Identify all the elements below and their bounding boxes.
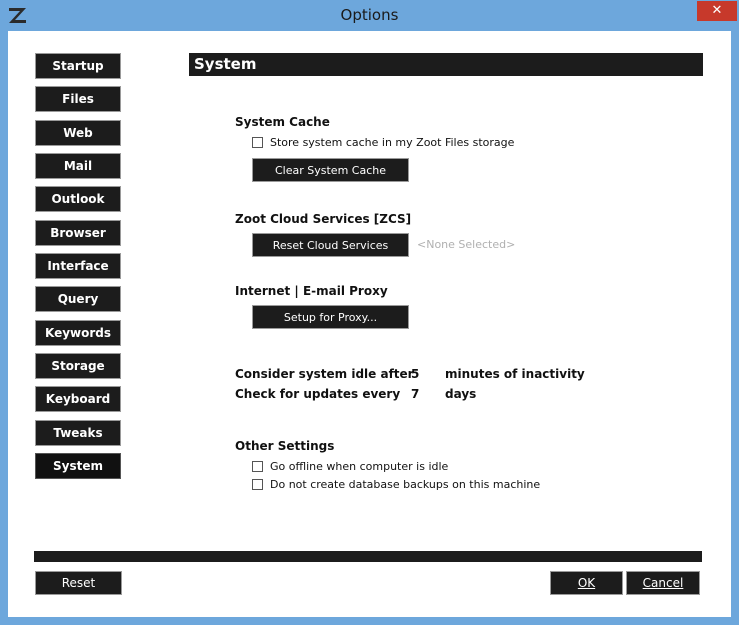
nav-keyboard[interactable]: Keyboard [35,386,121,412]
nav-label: Files [62,92,94,106]
go-offline-label: Go offline when computer is idle [270,460,449,473]
nav-startup[interactable]: Startup [35,53,121,79]
button-label: Clear System Cache [275,163,386,177]
reset-cloud-services-button[interactable]: Reset Cloud Services [252,233,409,257]
nav-label: Query [57,292,99,306]
section-title: System [189,53,703,76]
setup-proxy-button[interactable]: Setup for Proxy... [252,305,409,329]
button-label: Reset Cloud Services [272,238,389,252]
idle-label: Consider system idle after [235,367,414,381]
no-backups-label: Do not create database backups on this m… [270,478,541,491]
cloud-status-text: <None Selected> [417,238,516,251]
nav-files[interactable]: Files [35,86,121,112]
nav-label: Startup [52,59,104,73]
nav-label: Keywords [44,326,112,340]
nav-query[interactable]: Query [35,286,121,312]
nav-label: System [53,459,103,473]
nav-label: Keyboard [45,392,111,406]
idle-suffix: minutes of inactivity [445,367,585,381]
cloud-services-heading: Zoot Cloud Services [ZCS] [235,212,412,226]
nav-label: Outlook [51,192,105,206]
nav-browser[interactable]: Browser [35,220,121,246]
close-button[interactable]: ✕ [697,1,737,21]
nav-keywords[interactable]: Keywords [35,320,121,346]
button-label: Setup for Proxy... [283,310,378,324]
button-label: OK [577,576,596,590]
nav-web[interactable]: Web [35,120,121,146]
button-label: Cancel [642,576,684,590]
store-cache-checkbox[interactable] [252,137,263,148]
title-bar[interactable]: Options ✕ [0,0,739,31]
nav-mail[interactable]: Mail [35,153,121,179]
nav-interface[interactable]: Interface [35,253,121,279]
clear-system-cache-button[interactable]: Clear System Cache [252,158,409,182]
go-offline-checkbox[interactable] [252,461,263,472]
footer-divider [34,551,702,562]
nav-label: Storage [51,359,105,373]
nav-label: Mail [63,159,93,173]
store-cache-label: Store system cache in my Zoot Files stor… [270,136,515,149]
updates-value[interactable]: 7 [411,387,419,401]
no-backups-checkbox[interactable] [252,479,263,490]
cancel-button[interactable]: Cancel [626,571,700,595]
nav-system[interactable]: System [35,453,121,479]
button-label: Reset [61,576,96,590]
updates-label: Check for updates every [235,387,401,401]
client-area: Startup Files Web Mail Outlook Browser I… [8,31,731,617]
close-icon: ✕ [711,3,723,18]
nav-tweaks[interactable]: Tweaks [35,420,121,446]
options-window: Options ✕ Startup Files Web Mail Outlook… [0,0,739,625]
window-title: Options [340,6,399,24]
nav-label: Web [63,126,93,140]
nav-label: Browser [50,226,106,240]
ok-button[interactable]: OK [550,571,623,595]
nav-storage[interactable]: Storage [35,353,121,379]
idle-value[interactable]: 5 [411,367,419,381]
system-cache-heading: System Cache [235,115,330,129]
nav-label: Interface [47,259,109,273]
nav-label: Tweaks [53,426,103,440]
reset-button[interactable]: Reset [35,571,122,595]
proxy-heading: Internet | E-mail Proxy [235,284,388,298]
nav-outlook[interactable]: Outlook [35,186,121,212]
updates-suffix: days [445,387,477,401]
store-cache-checkbox-row[interactable]: Store system cache in my Zoot Files stor… [252,136,514,149]
go-offline-checkbox-row[interactable]: Go offline when computer is idle [252,460,448,473]
other-settings-heading: Other Settings [235,439,335,453]
no-backups-checkbox-row[interactable]: Do not create database backups on this m… [252,478,540,491]
